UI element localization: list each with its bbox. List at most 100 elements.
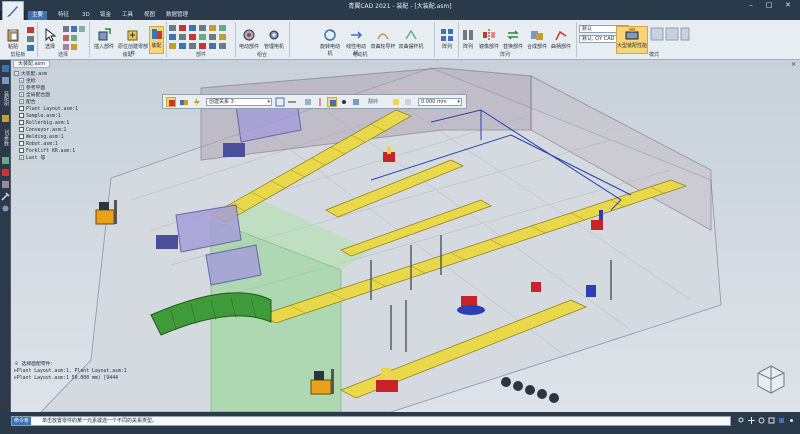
zoom-icon[interactable]: [738, 417, 745, 424]
relation-combo[interactable]: 创建关系 3 ▾: [206, 98, 272, 106]
select-tools-icon[interactable]: [62, 25, 86, 51]
close-document-icon[interactable]: ×: [791, 61, 796, 68]
rotate-icon[interactable]: [758, 417, 765, 424]
fit-icon[interactable]: [768, 417, 775, 424]
visibility-checkbox[interactable]: [19, 127, 24, 132]
tree-row[interactable]: Forklift KR.asm:1: [19, 148, 75, 155]
expand-icon[interactable]: +: [19, 92, 24, 97]
pattern-button[interactable]: 阵列: [460, 28, 476, 50]
insert-part-label: 插入部件: [93, 44, 114, 50]
prompt-text: 单击放置零件的某一元素或选一个不同的关系类型。: [42, 418, 158, 424]
mate-icon[interactable]: [275, 97, 285, 107]
tree-row[interactable]: + 坐标: [19, 78, 36, 85]
assemble-button[interactable]: 装配: [149, 26, 164, 54]
tree-row[interactable]: Conveyor.asm:1: [19, 127, 66, 134]
select-button[interactable]: 选择: [39, 28, 61, 50]
visibility-checkbox[interactable]: [19, 113, 24, 118]
tree-row[interactable]: Robot.asm:1: [19, 141, 58, 148]
merge-part-button[interactable]: 合成部件: [526, 28, 548, 50]
minimize-button[interactable]: –: [744, 0, 758, 10]
app-logo-icon[interactable]: [2, 1, 24, 21]
flip-label[interactable]: 翻转: [368, 98, 378, 105]
expand-icon[interactable]: +: [19, 78, 24, 83]
tree-row[interactable]: − 大装配.asm: [14, 71, 47, 78]
view-icon[interactable]: [1, 180, 10, 189]
crank-part-label: 曲柄部件: [550, 44, 571, 50]
expand-icon[interactable]: +: [19, 155, 24, 160]
tab-data-management[interactable]: 数据管理: [162, 11, 192, 20]
options-icon[interactable]: [166, 97, 176, 107]
array-button[interactable]: 阵列: [438, 28, 456, 50]
manage-motor-button[interactable]: 管理电机: [262, 28, 286, 50]
tab-main[interactable]: 主要: [28, 11, 48, 20]
tab-tools[interactable]: 工具: [118, 11, 137, 20]
command-bar-button[interactable]: 命令条: [12, 417, 32, 425]
more-icon[interactable]: [788, 417, 795, 424]
swing-motor-button[interactable]: 双曲轮导杆: [370, 28, 396, 50]
replace-part-button[interactable]: 替换部件: [502, 28, 524, 50]
visibility-checkbox[interactable]: [19, 148, 24, 153]
create-part-icon: [127, 30, 138, 41]
float-icon[interactable]: [403, 97, 413, 107]
tree-row[interactable]: + Last 等: [19, 155, 45, 162]
visibility-checkbox[interactable]: [19, 120, 24, 125]
measure-icon[interactable]: [1, 168, 10, 177]
visibility-checkbox[interactable]: [19, 141, 24, 146]
relation-combo-value: 创建关系 3: [209, 99, 234, 105]
big-assembly-mode-button[interactable]: 大型装配性能: [616, 26, 648, 54]
parameters-tab[interactable]: 3D参数: [1, 126, 10, 150]
layers-icon[interactable]: [1, 76, 10, 85]
powered-part-label: 电动部件: [238, 44, 259, 50]
powered-part-button[interactable]: 电动部件: [238, 28, 260, 50]
3d-viewport[interactable]: [11, 60, 800, 413]
tree-row[interactable]: + 配合: [19, 99, 36, 106]
feature-icon[interactable]: [1, 114, 10, 123]
assembly-tree-tab[interactable]: 装配树: [1, 86, 10, 110]
paste-button[interactable]: 粘贴: [2, 28, 24, 50]
maximize-button[interactable]: □: [762, 0, 776, 10]
document-tab[interactable]: 大装配.asm: [13, 60, 51, 68]
clipboard-tools-icon[interactable]: [26, 26, 36, 52]
pan-icon[interactable]: [748, 417, 755, 424]
tree-row[interactable]: Plant Layout.asm:1: [19, 106, 78, 113]
view-style-icon[interactable]: [778, 417, 785, 424]
mirror-part-button[interactable]: 镜像部件: [478, 28, 500, 50]
visibility-checkbox[interactable]: [19, 134, 24, 139]
wrench-icon[interactable]: [1, 192, 10, 201]
tab-features[interactable]: 特征: [54, 11, 73, 20]
tab-3d[interactable]: 3D: [78, 11, 94, 20]
view-cube-icon[interactable]: [755, 363, 787, 395]
app-window: 青翼CAD 2021 - 装配 - [大装配.asm] – □ ✕ 主要 特征 …: [0, 0, 800, 434]
insert-part-button[interactable]: 插入部件: [92, 28, 116, 50]
relation-type-icon[interactable]: [179, 97, 189, 107]
sketch-icon[interactable]: [1, 156, 10, 165]
align-icon[interactable]: [287, 97, 297, 107]
fixed-icon[interactable]: [391, 97, 401, 107]
tree-row[interactable]: Sample.asm:1: [19, 113, 61, 120]
assembly-tree-icon[interactable]: [1, 64, 10, 73]
settings-icon[interactable]: [1, 204, 10, 213]
axis-select-icon[interactable]: [315, 97, 325, 107]
crank-part-button[interactable]: 曲柄部件: [550, 28, 572, 50]
collapse-icon[interactable]: −: [14, 71, 19, 76]
tree-row[interactable]: Welding.asm:1: [19, 134, 64, 141]
tree-row[interactable]: + 参考平面: [19, 85, 45, 92]
tab-view[interactable]: 视图: [140, 11, 159, 20]
tree-row[interactable]: Rollerbig.asm:1: [19, 120, 69, 127]
close-button[interactable]: ✕: [781, 0, 795, 10]
expand-icon[interactable]: +: [19, 85, 24, 90]
point-icon[interactable]: [339, 97, 349, 107]
offset-field[interactable]: 0.000 mm ▾: [418, 98, 462, 106]
construct-icon[interactable]: [327, 97, 337, 107]
visibility-checkbox[interactable]: [19, 106, 24, 111]
tree-row[interactable]: + 全局配合面: [19, 92, 50, 99]
part-tools-icon[interactable]: [168, 24, 232, 50]
group-separator: [576, 22, 577, 57]
mode-tools-icon[interactable]: [650, 26, 690, 48]
flash-fit-icon[interactable]: [192, 97, 202, 107]
crank-motor-button[interactable]: 双曲摆杆机: [398, 28, 424, 50]
cube-icon[interactable]: [351, 97, 361, 107]
tab-sheetmetal[interactable]: 钣金: [96, 11, 115, 20]
face-select-icon[interactable]: [303, 97, 313, 107]
expand-icon[interactable]: +: [19, 99, 24, 104]
